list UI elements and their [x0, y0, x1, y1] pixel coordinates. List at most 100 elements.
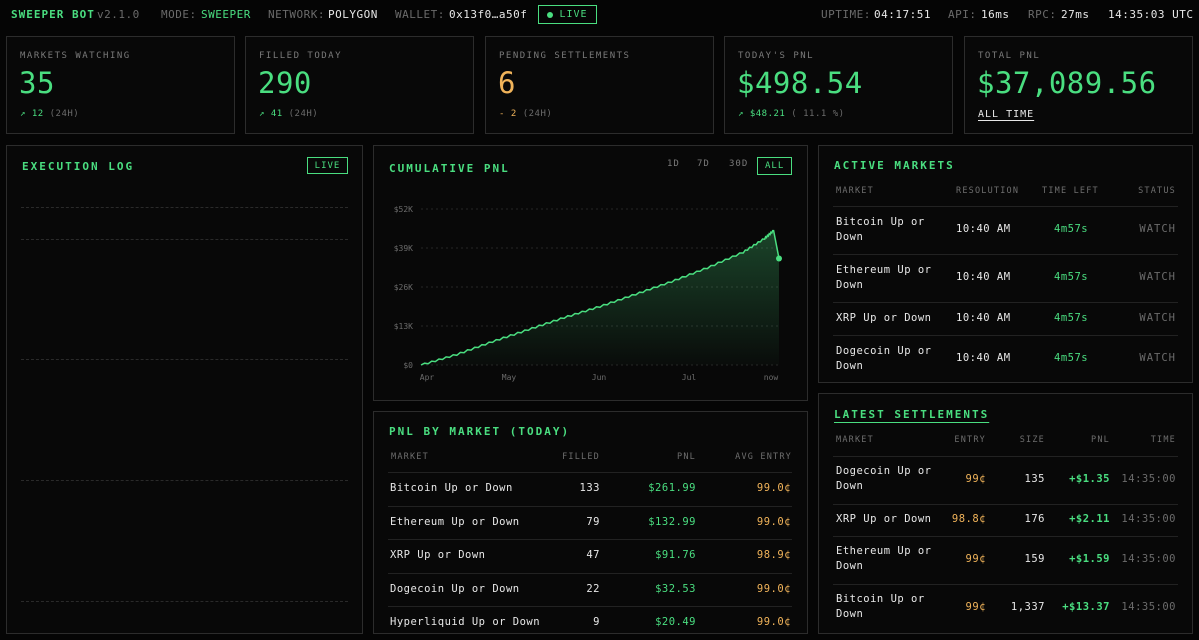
market-name: Bitcoin Up or Down — [390, 482, 513, 494]
resolution-time: 10:40 AM — [956, 223, 1011, 235]
wallet-address[interactable]: 0x13f0…a50f — [449, 8, 527, 21]
avg-entry: 99.0¢ — [756, 616, 791, 628]
live-dot-icon — [547, 11, 554, 18]
panel-title: CUMULATIVE PNL — [389, 162, 510, 175]
stat-delta: 12 — [31, 109, 44, 119]
avg-entry: 98.9¢ — [756, 549, 791, 561]
market-pnl: $91.76 — [655, 549, 696, 561]
market-name-line: Down — [836, 231, 864, 243]
market-name-line: Down — [836, 279, 864, 291]
range-30d-button[interactable]: 30D — [729, 159, 748, 169]
panel-title: EXECUTION LOG — [22, 160, 135, 173]
fill-size: 135 — [1024, 473, 1045, 485]
network-label: NETWORK: — [268, 8, 325, 21]
pnl-area-fill — [421, 230, 779, 365]
time-left: 4m57s — [1054, 311, 1089, 324]
column-header-market: MARKET — [391, 452, 429, 462]
log-divider — [21, 480, 348, 481]
market-name: Dogecoin Up or Down — [836, 344, 946, 374]
avg-entry: 99.0¢ — [756, 515, 791, 528]
live-label: LIVE — [559, 9, 588, 20]
wallet-label: WALLET: — [395, 8, 445, 21]
stat-delta-note: ( 11.1 %) — [791, 109, 845, 119]
stat-value: 35 — [19, 66, 55, 100]
settlement-pnl: +$1.35 — [1069, 473, 1110, 485]
market-name-line: Ethereum Up or — [836, 264, 932, 276]
range-1d-button[interactable]: 1D — [667, 159, 680, 169]
stat-label: FILLED TODAY — [259, 51, 343, 61]
time-left: 4m57s — [1054, 271, 1089, 283]
market-name-line: Down — [836, 560, 864, 572]
mode-value: SWEEPER — [201, 8, 251, 21]
all-time-link[interactable]: ALL TIME — [978, 109, 1034, 120]
rpc-latency: 27ms — [1061, 8, 1090, 21]
time-left: 4m57s — [1054, 352, 1089, 364]
filled-count: 22 — [586, 582, 600, 595]
resolution-time: 10:40 AM — [956, 271, 1011, 283]
panel-title: PNL BY MARKET (TODAY) — [389, 425, 571, 438]
trend-flat-icon: - — [499, 109, 505, 119]
top-status-bar: SWEEPER BOT v2.1.0 MODE: SWEEPER NETWORK… — [0, 0, 1199, 30]
market-name-line: Down — [836, 608, 864, 620]
settlement-time: 14:35:00 — [1121, 601, 1176, 613]
status-badge: WATCH — [1139, 271, 1176, 283]
column-header-pnl: PNL — [1091, 435, 1110, 445]
settlement-pnl: +$1.59 — [1069, 553, 1110, 565]
column-header-avg-entry: AVG ENTRY — [735, 452, 792, 462]
column-header-time: TIME — [1150, 435, 1176, 445]
market-name-line: Bitcoin Up or — [836, 593, 925, 605]
market-pnl: $32.53 — [655, 582, 696, 595]
stat-card-todays-pnl: TODAY'S PNL $498.54 ↗ $48.21 ( 11.1 %) — [724, 36, 953, 134]
range-7d-button[interactable]: 7D — [697, 159, 710, 169]
column-header-status: STATUS — [1138, 186, 1176, 196]
x-tick-label: Jul — [682, 373, 697, 382]
stat-label: PENDING SETTLEMENTS — [499, 51, 631, 61]
status-badge: WATCH — [1139, 223, 1176, 235]
market-name: Dogecoin Up or Down — [836, 464, 936, 494]
panel-title: LATEST SETTLEMENTS — [834, 408, 990, 421]
y-tick-label: $13K — [394, 322, 413, 331]
y-tick-label: $52K — [394, 205, 413, 214]
stat-value: 6 — [498, 66, 516, 100]
stat-card-markets-watching: MARKETS WATCHING 35 ↗ 12 (24H) — [6, 36, 235, 134]
execution-log-live-badge: LIVE — [307, 157, 348, 174]
filled-count: 47 — [586, 549, 600, 561]
trend-up-icon: ↗ — [738, 109, 744, 119]
market-name: Ethereum Up or Down — [836, 544, 936, 574]
settlement-time: 14:35:00 — [1121, 513, 1176, 525]
y-tick-label: $0 — [403, 361, 413, 370]
filled-count: 133 — [579, 482, 600, 494]
panel-title: ACTIVE MARKETS — [834, 159, 955, 172]
market-name-line: Down — [836, 360, 864, 372]
stat-card-pending-settlements: PENDING SETTLEMENTS 6 - 2 (24H) — [485, 36, 714, 134]
stat-delta: 41 — [270, 109, 283, 119]
cumulative-pnl-chart: $0 $13K $26K $39K $52K Apr May Jun Jul now — [394, 205, 782, 382]
avg-entry: 99.0¢ — [756, 582, 791, 595]
column-header-pnl: PNL — [677, 452, 696, 462]
api-latency: 16ms — [981, 8, 1010, 21]
entry-price: 99¢ — [965, 473, 986, 485]
filled-count: 79 — [586, 515, 600, 528]
stat-card-total-pnl: TOTAL PNL $37,089.56 ALL TIME — [964, 36, 1193, 134]
market-pnl: $20.49 — [655, 616, 696, 628]
version-label: v2.1.0 — [97, 8, 140, 21]
stat-card-filled-today: FILLED TODAY 290 ↗ 41 (24H) — [245, 36, 474, 134]
market-name-line: Bitcoin Up or — [836, 216, 925, 228]
stat-delta-note: (24H) — [49, 109, 80, 119]
stat-label: MARKETS WATCHING — [20, 51, 131, 61]
mode-label: MODE: — [161, 8, 197, 21]
settlement-time: 14:35:00 — [1121, 553, 1176, 565]
execution-log-panel: EXECUTION LOG LIVE — [6, 145, 363, 634]
pnl-latest-point — [776, 255, 782, 262]
range-all-button[interactable]: ALL — [757, 157, 793, 175]
market-name-line: Ethereum Up or — [836, 545, 932, 557]
live-status-badge: LIVE — [538, 5, 597, 24]
column-header-entry: ENTRY — [954, 435, 986, 445]
market-name: Hyperliquid Up or Down — [390, 616, 541, 628]
y-tick-label: $26K — [394, 283, 413, 292]
network-value: POLYGON — [328, 8, 378, 21]
market-name-line: Dogecoin Up or — [836, 465, 932, 477]
stat-label: TOTAL PNL — [978, 51, 1041, 61]
log-divider — [21, 601, 348, 602]
market-name: Bitcoin Up or Down — [836, 592, 936, 622]
